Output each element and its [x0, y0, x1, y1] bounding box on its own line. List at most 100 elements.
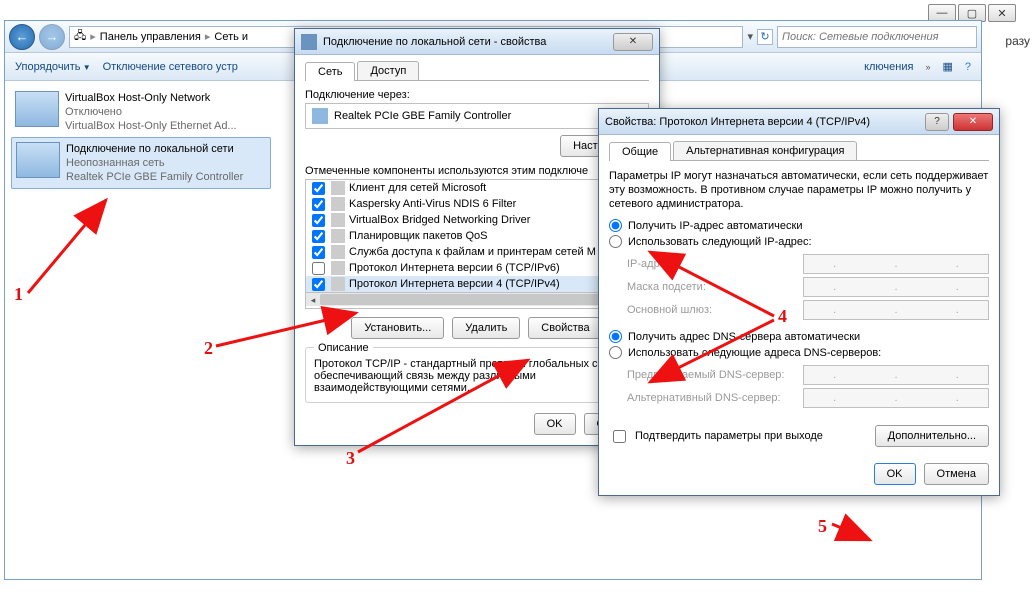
ip-input: ... [803, 254, 989, 274]
properties-button[interactable]: Свойства [528, 317, 602, 339]
component-row: VirtualBox Bridged Networking Driver [306, 212, 648, 228]
radio-label: Получить IP-адрес автоматически [628, 220, 802, 232]
component-checkbox[interactable] [312, 214, 325, 227]
component-row: Служба доступа к файлам и принтерам сете… [306, 244, 648, 260]
connection-item-virtualbox[interactable]: VirtualBox Host-Only Network Отключено V… [11, 87, 271, 137]
component-icon [331, 181, 345, 195]
organize-menu[interactable]: Упорядочить [15, 61, 91, 73]
dns1-input: ... [803, 365, 989, 385]
component-label: VirtualBox Bridged Networking Driver [349, 214, 530, 226]
close-button[interactable]: ✕ [988, 4, 1016, 22]
refresh-icon[interactable]: ↻ [757, 29, 773, 45]
disable-device-button[interactable]: Отключение сетевого устр [103, 61, 238, 73]
toolbar-overflow-icon[interactable]: » [925, 62, 930, 72]
breadcrumb-item[interactable]: Сеть и [214, 31, 248, 43]
component-row: Планировщик пакетов QoS [306, 228, 648, 244]
ipv4-properties-dialog: Свойства: Протокол Интернета версии 4 (T… [598, 108, 1000, 496]
component-checkbox[interactable] [312, 278, 325, 291]
dialog-titlebar[interactable]: Свойства: Протокол Интернета версии 4 (T… [599, 109, 999, 135]
dialog-title: Свойства: Протокол Интернета версии 4 (T… [605, 116, 921, 128]
tab-network[interactable]: Сеть [305, 62, 355, 81]
nav-forward-button[interactable]: → [39, 24, 65, 50]
radio-input[interactable] [609, 330, 622, 343]
tab-general[interactable]: Общие [609, 142, 671, 161]
dns2-label: Альтернативный DNS-сервер: [627, 392, 795, 404]
component-row: Протокол Интернета версии 4 (TCP/IPv4) [306, 276, 648, 292]
description-legend: Описание [314, 342, 373, 354]
radio-dns-manual[interactable]: Использовать следующие адреса DNS-сервер… [609, 346, 989, 359]
nav-back-button[interactable]: ← [9, 24, 35, 50]
component-checkbox[interactable] [312, 198, 325, 211]
search-input[interactable] [777, 26, 977, 48]
adapter-name: Realtek PCIe GBE Family Controller [334, 110, 511, 122]
tab-alternate[interactable]: Альтернативная конфигурация [673, 141, 857, 160]
component-icon [331, 277, 345, 291]
radio-dns-auto[interactable]: Получить адрес DNS-сервера автоматически [609, 330, 989, 343]
connection-status: Отключено [65, 105, 237, 119]
component-checkbox[interactable] [312, 262, 325, 275]
annotation-number-1: 1 [14, 284, 23, 305]
advanced-button[interactable]: Дополнительно... [875, 425, 989, 447]
component-icon [331, 197, 345, 211]
annotation-number-3: 3 [346, 448, 355, 469]
radio-input[interactable] [609, 235, 622, 248]
annotation-number-5: 5 [818, 516, 827, 537]
component-checkbox[interactable] [312, 230, 325, 243]
component-label: Планировщик пакетов QoS [349, 230, 488, 242]
gateway-label: Основной шлюз: [627, 304, 795, 316]
component-icon [331, 229, 345, 243]
tab-access[interactable]: Доступ [357, 61, 419, 80]
description-text: Протокол TCP/IP - стандартный протокол г… [314, 358, 640, 394]
dropdown-chevron-icon[interactable]: ▾ [747, 30, 753, 43]
connection-item-lan[interactable]: Подключение по локальной сети Неопознанн… [11, 137, 271, 189]
dns2-input: ... [803, 388, 989, 408]
horizontal-scrollbar[interactable]: ◂▸ [306, 292, 648, 306]
component-row: Kaspersky Anti-Virus NDIS 6 Filter [306, 196, 648, 212]
component-label: Клиент для сетей Microsoft [349, 182, 486, 194]
confirm-checkbox-row[interactable]: Подтвердить параметры при выходе [609, 427, 823, 446]
component-icon [331, 261, 345, 275]
confirm-checkbox[interactable] [613, 430, 626, 443]
network-adapter-icon [16, 142, 60, 178]
breadcrumb-item[interactable]: Панель управления [100, 31, 201, 43]
ok-button[interactable]: OK [534, 413, 576, 435]
radio-input[interactable] [609, 346, 622, 359]
view-icon[interactable]: ▦ [942, 60, 952, 73]
mask-label: Маска подсети: [627, 281, 795, 293]
connection-status: Неопознанная сеть [66, 156, 243, 170]
network-adapter-icon [15, 91, 59, 127]
component-row: Протокол Интернета версии 6 (TCP/IPv6) [306, 260, 648, 276]
window-icon [301, 34, 317, 50]
radio-ip-auto[interactable]: Получить IP-адрес автоматически [609, 219, 989, 232]
tabs: Общие Альтернативная конфигурация [609, 141, 989, 161]
component-label: Протокол Интернета версии 4 (TCP/IPv4) [349, 278, 560, 290]
component-label: Kaspersky Anti-Virus NDIS 6 Filter [349, 198, 516, 210]
close-button[interactable]: ✕ [613, 33, 653, 51]
component-icon [331, 245, 345, 259]
dialog-titlebar[interactable]: Подключение по локальной сети - свойства… [295, 29, 659, 55]
annotation-number-4: 4 [778, 306, 787, 327]
close-button[interactable]: ✕ [953, 113, 993, 131]
toolbar-item[interactable]: ключения [864, 61, 913, 73]
help-button[interactable]: ? [925, 113, 949, 131]
ipv4-description: Параметры IP могут назначаться автоматич… [609, 169, 989, 211]
cancel-button[interactable]: Отмена [924, 463, 989, 485]
component-checkbox[interactable] [312, 246, 325, 259]
breadcrumb-sep: ▸ [90, 30, 96, 43]
help-icon[interactable]: ? [965, 61, 971, 73]
radio-ip-manual[interactable]: Использовать следующий IP-адрес: [609, 235, 989, 248]
radio-input[interactable] [609, 219, 622, 232]
remove-button[interactable]: Удалить [452, 317, 520, 339]
component-checkbox[interactable] [312, 182, 325, 195]
ok-button[interactable]: OK [874, 463, 916, 485]
mask-input: ... [803, 277, 989, 297]
dns1-label: Предпочитаемый DNS-сервер: [627, 369, 795, 381]
connection-name: Подключение по локальной сети [66, 142, 243, 156]
connection-adapter: Realtek PCIe GBE Family Controller [66, 170, 243, 184]
install-button[interactable]: Установить... [351, 317, 444, 339]
radio-label: Получить адрес DNS-сервера автоматически [628, 331, 860, 343]
connect-via-label: Подключение через: [305, 89, 649, 101]
annotation-number-2: 2 [204, 338, 213, 359]
radio-label: Использовать следующий IP-адрес: [628, 236, 812, 248]
confirm-label: Подтвердить параметры при выходе [635, 430, 823, 442]
